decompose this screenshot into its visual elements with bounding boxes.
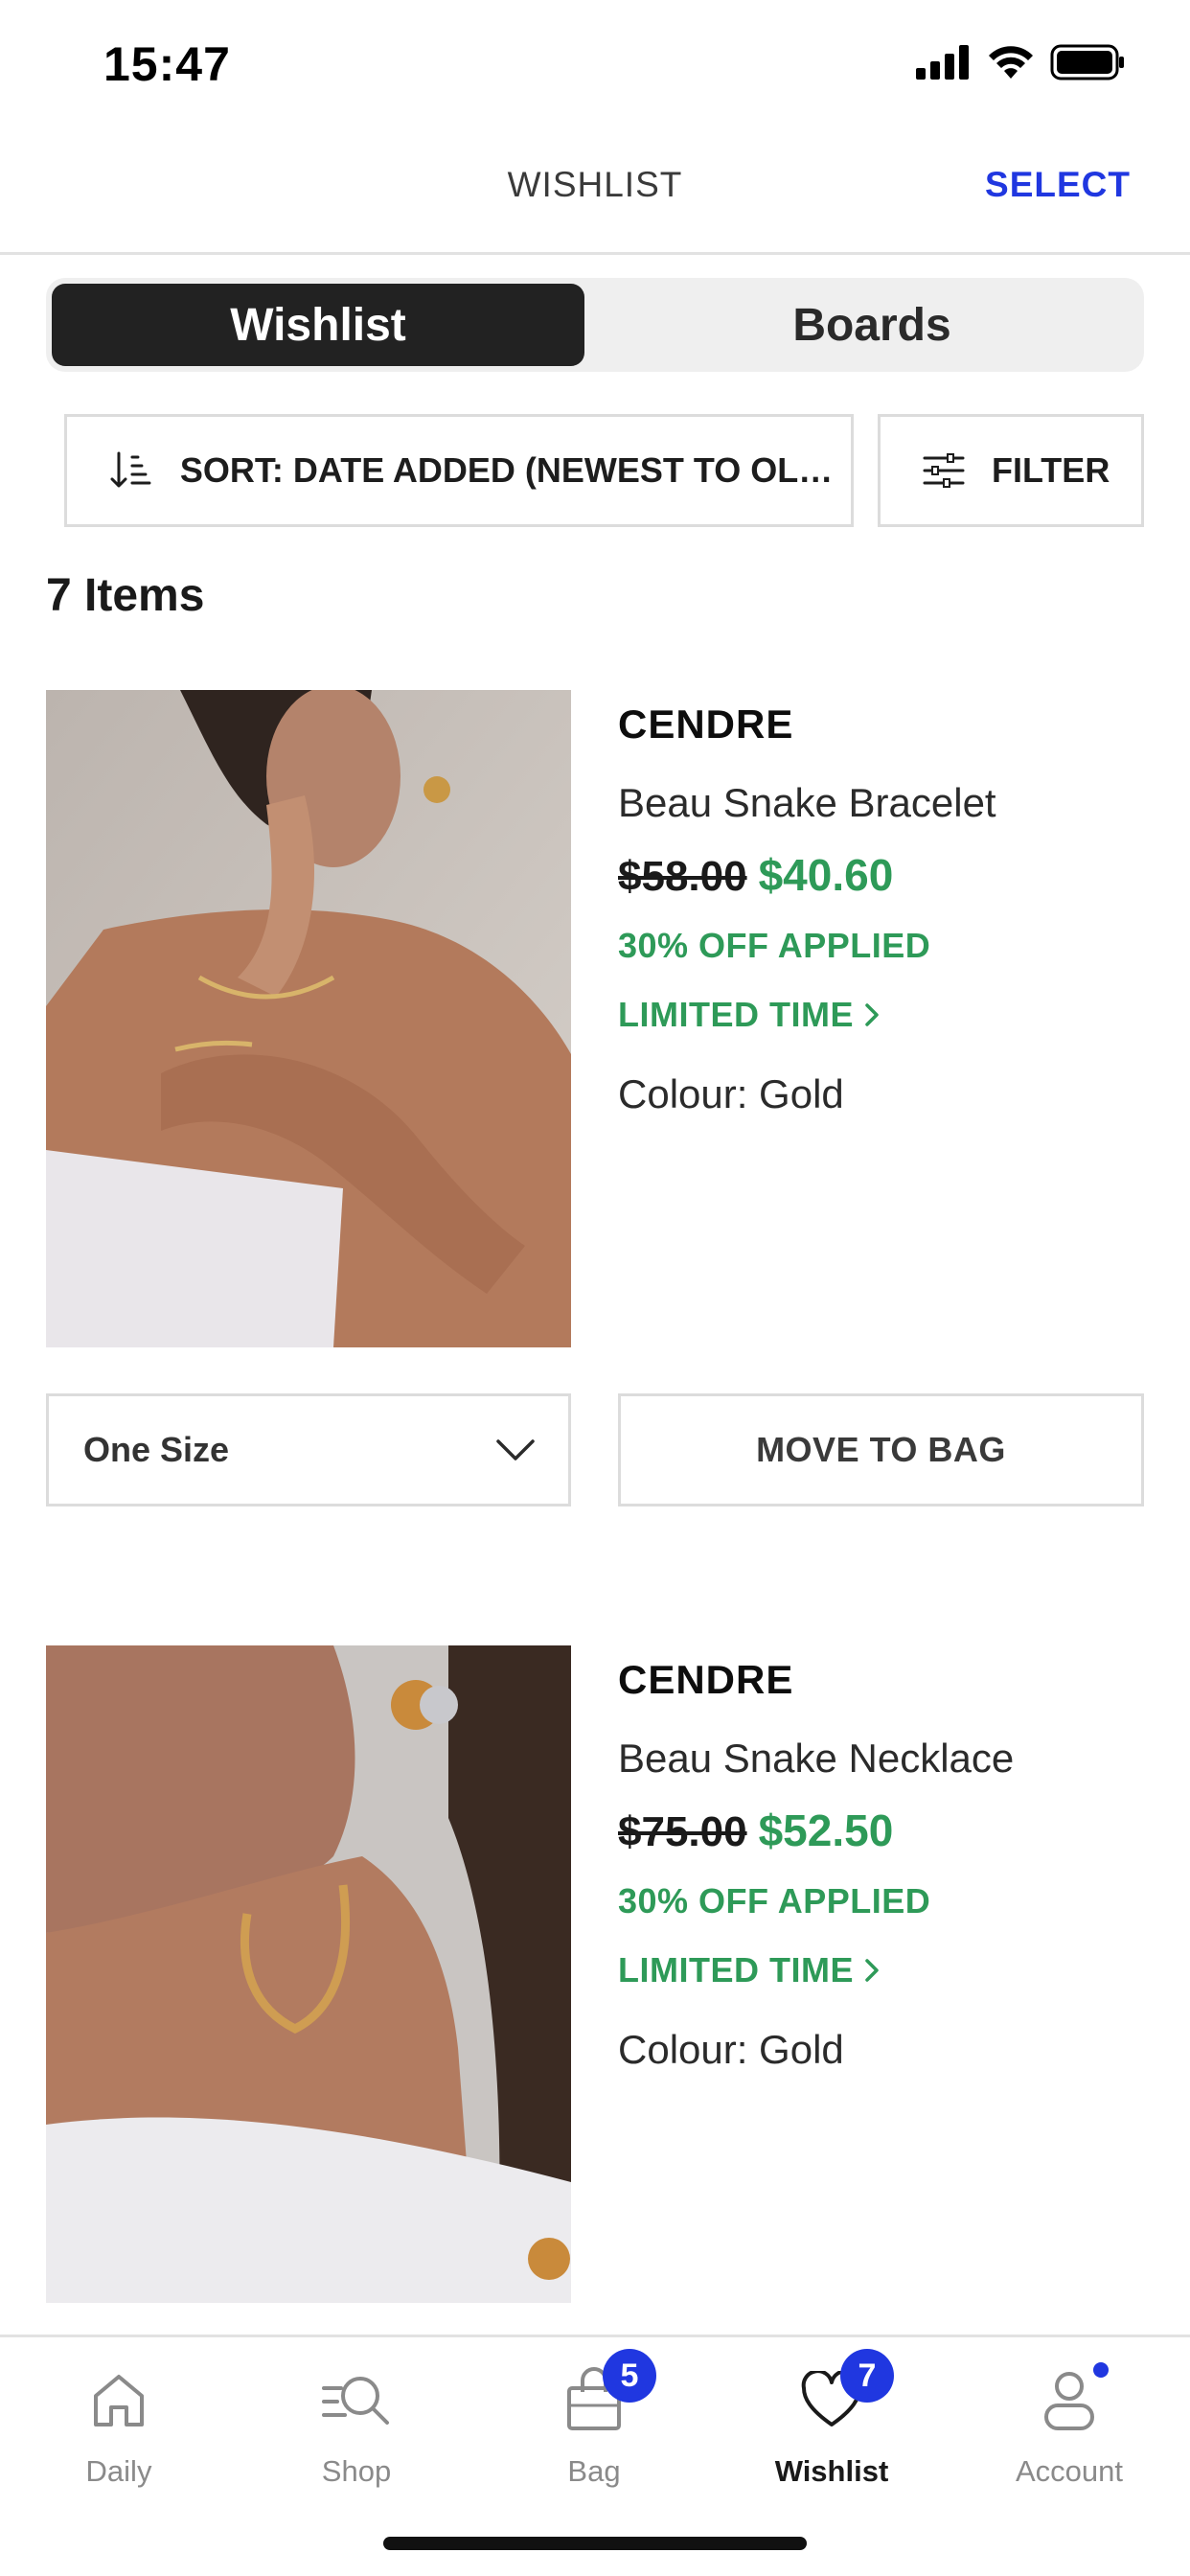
limited-time-link[interactable]: LIMITED TIME [618, 995, 881, 1035]
sale-price: $40.60 [758, 850, 894, 900]
item-count: 7 Items [46, 570, 205, 621]
discount-label: 30% OFF APPLIED [618, 1881, 931, 1920]
wifi-icon [989, 46, 1033, 79]
chevron-right-icon [865, 1003, 879, 1026]
select-button[interactable]: SELECT [985, 165, 1131, 205]
product-brand: CENDRE [618, 702, 794, 747]
nav-label: Account [1015, 2454, 1123, 2488]
original-price: $58.00 [618, 853, 747, 900]
status-bar: 15:47 [0, 0, 1190, 134]
size-dropdown[interactable]: One Size [46, 1393, 571, 1506]
original-price: $75.00 [618, 1808, 747, 1855]
filter-button[interactable]: FILTER [878, 414, 1144, 527]
nav-label: Wishlist [774, 2454, 889, 2488]
chevron-down-icon [496, 1439, 535, 1460]
filter-label: FILTER [992, 450, 1110, 490]
nav-label: Bag [567, 2454, 621, 2488]
notification-dot [1093, 2362, 1109, 2378]
status-time: 15:47 [103, 37, 231, 91]
nav-label: Daily [85, 2454, 152, 2488]
header: WISHLIST SELECT [0, 144, 1190, 255]
tab-boards[interactable]: Boards [606, 284, 1138, 366]
limited-time-label: LIMITED TIME [618, 1950, 854, 1990]
nav-daily[interactable]: Daily [23, 2357, 215, 2500]
heart-icon: 7 [789, 2349, 894, 2443]
status-icons [916, 44, 1125, 80]
product-brand: CENDRE [618, 1657, 794, 1702]
product-name[interactable]: Beau Snake Necklace [618, 1736, 1014, 1782]
price-row: $75.00 $52.50 [618, 1805, 893, 1856]
bag-badge: 5 [603, 2349, 656, 2403]
sort-icon [110, 451, 151, 488]
search-icon [313, 2357, 400, 2443]
nav-label: Shop [321, 2454, 392, 2488]
product-image[interactable] [46, 1645, 571, 2303]
filter-icon [923, 453, 965, 488]
chevron-right-icon [865, 1959, 879, 1982]
sort-label: SORT: DATE ADDED (NEWEST TO OLD... [179, 450, 851, 490]
nav-wishlist[interactable]: 7 Wishlist [736, 2349, 927, 2500]
account-icon [1026, 2357, 1112, 2443]
product-colour: Colour: Gold [618, 1071, 844, 1116]
move-to-bag-label: MOVE TO BAG [756, 1430, 1006, 1469]
nav-account[interactable]: Account [973, 2357, 1165, 2500]
bag-icon: 5 [551, 2349, 656, 2443]
product-colour: Colour: Gold [618, 2027, 844, 2072]
cellular-signal-icon [916, 45, 969, 80]
nav-bag[interactable]: 5 Bag [498, 2349, 690, 2500]
sort-button[interactable]: SORT: DATE ADDED (NEWEST TO OLD... [64, 414, 854, 527]
product-image[interactable] [46, 690, 571, 1347]
move-to-bag-button[interactable]: MOVE TO BAG [618, 1393, 1144, 1506]
tab-wishlist[interactable]: Wishlist [52, 284, 584, 366]
limited-time-link[interactable]: LIMITED TIME [618, 1950, 881, 1990]
wishlist-badge: 7 [840, 2349, 894, 2403]
battery-icon [1050, 44, 1124, 80]
home-icon [76, 2357, 162, 2443]
limited-time-label: LIMITED TIME [618, 995, 854, 1034]
home-indicator [383, 2537, 807, 2550]
discount-label: 30% OFF APPLIED [618, 926, 931, 965]
size-value: One Size [83, 1430, 230, 1469]
product-name[interactable]: Beau Snake Bracelet [618, 780, 996, 826]
sale-price: $52.50 [758, 1806, 894, 1855]
nav-shop[interactable]: Shop [261, 2357, 452, 2500]
price-row: $58.00 $40.60 [618, 849, 893, 901]
segmented-control: Wishlist Boards [46, 278, 1144, 372]
